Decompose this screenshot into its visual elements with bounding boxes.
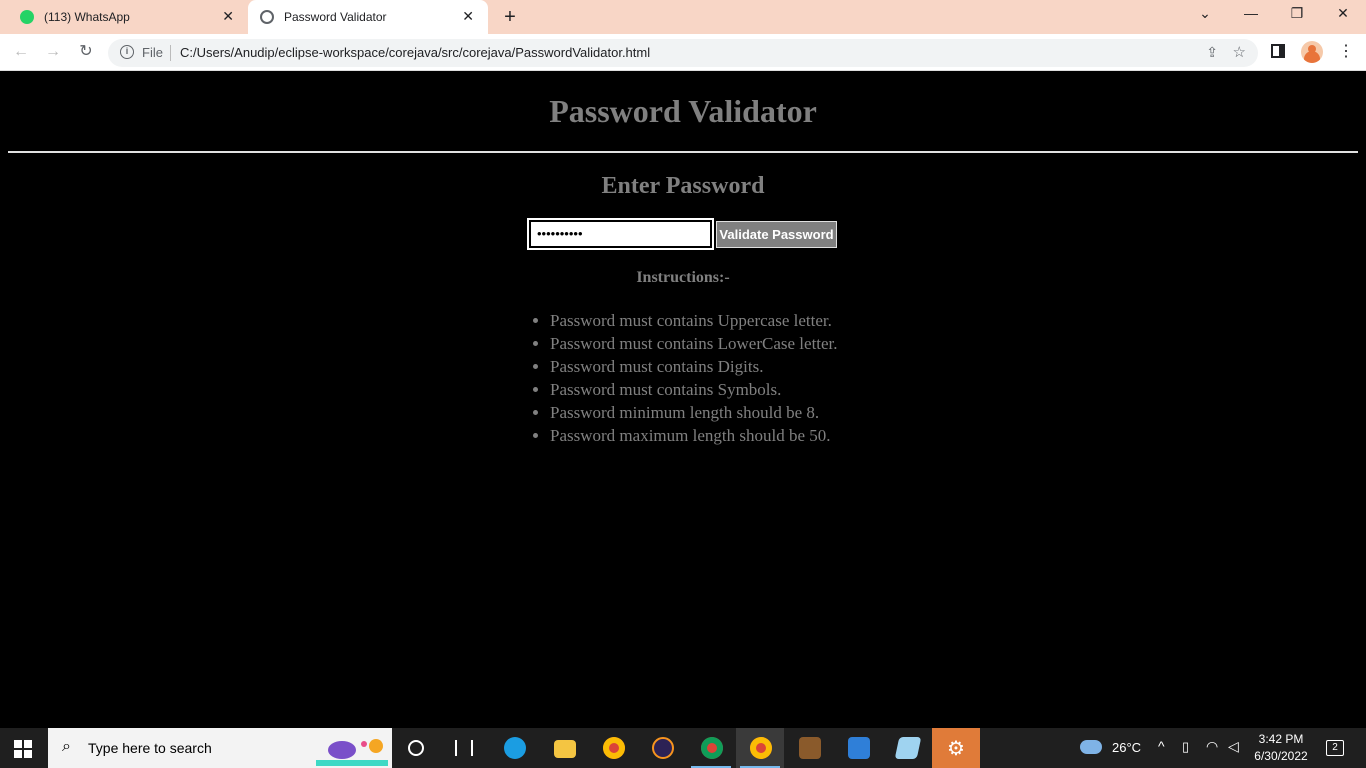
chevron-up-icon[interactable]: ^ <box>1158 738 1165 754</box>
validate-password-button[interactable]: Validate Password <box>716 221 837 248</box>
windows-start-icon[interactable] <box>14 740 32 758</box>
reload-button[interactable]: ↻ <box>75 41 97 63</box>
notifications-icon[interactable]: 2 <box>1326 738 1344 756</box>
eclipse-icon[interactable] <box>638 728 686 768</box>
close-tab-icon[interactable]: ✕ <box>462 8 474 25</box>
info-icon[interactable]: i <box>120 45 134 59</box>
weather-temperature[interactable]: 26°C <box>1112 740 1141 755</box>
tab-search-icon[interactable]: ⌄ <box>1193 5 1217 22</box>
profile-avatar[interactable] <box>1301 41 1323 63</box>
browser-tab-strip: (113) WhatsApp ✕ Password Validator ✕ + … <box>0 0 1366 34</box>
list-item: Password must contains Uppercase letter. <box>550 309 838 332</box>
instructions-title: Instructions:- <box>636 269 730 286</box>
back-button[interactable]: ← <box>10 41 32 63</box>
list-item: Password maximum length should be 50. <box>550 424 838 447</box>
chrome-profile-icon[interactable] <box>687 728 735 768</box>
section-heading: Enter Password <box>601 173 765 199</box>
cortana-icon[interactable] <box>392 728 440 768</box>
list-item: Password must contains Symbols. <box>550 378 838 401</box>
search-placeholder: Type here to search <box>88 740 212 756</box>
clock-time: 3:42 PM <box>1258 732 1304 746</box>
tab-whatsapp[interactable]: (113) WhatsApp ✕ <box>8 0 248 34</box>
url-scheme-label: File <box>142 45 163 60</box>
close-window-button[interactable]: ✕ <box>1331 5 1355 22</box>
taskbar-search-box[interactable]: ⌕ Type here to search <box>48 728 392 768</box>
instructions-list: Password must contains Uppercase letter.… <box>532 309 838 447</box>
list-item: Password must contains Digits. <box>550 355 838 378</box>
tab-title: Password Validator <box>284 10 387 24</box>
bookmark-star-icon[interactable]: ☆ <box>1233 43 1246 61</box>
browser-toolbar: ← → ↻ i File C:/Users/Anudip/eclipse-wor… <box>0 34 1366 71</box>
url-text[interactable]: C:/Users/Anudip/eclipse-workspace/coreja… <box>180 45 650 60</box>
whatsapp-icon <box>20 10 34 24</box>
edge-icon[interactable] <box>490 728 538 768</box>
divider <box>8 151 1358 153</box>
tab-password-validator[interactable]: Password Validator ✕ <box>248 0 488 34</box>
clock-date: 6/30/2022 <box>1254 749 1308 763</box>
search-icon: ⌕ <box>62 738 71 755</box>
notification-count: 2 <box>1326 740 1344 756</box>
chrome-active-icon[interactable] <box>736 728 784 768</box>
photos-icon[interactable] <box>834 728 882 768</box>
settings-gear-icon[interactable]: ⚙ <box>932 728 980 768</box>
divider <box>170 45 171 61</box>
password-input[interactable]: •••••••••• <box>527 218 714 250</box>
list-item: Password minimum length should be 8. <box>550 401 838 424</box>
network-icon[interactable]: ◠ <box>1206 738 1218 755</box>
new-tab-button[interactable]: + <box>500 6 520 29</box>
weather-icon[interactable] <box>1080 728 1104 768</box>
share-icon[interactable]: ⇪ <box>1206 44 1218 61</box>
minimize-button[interactable]: — <box>1239 5 1263 21</box>
page-content: Password Validator Enter Password ••••••… <box>0 71 1366 728</box>
notepad-icon[interactable] <box>883 728 931 768</box>
file-explorer-icon[interactable] <box>540 728 588 768</box>
game-app-icon[interactable] <box>785 728 833 768</box>
kebab-menu-icon[interactable]: ⋮ <box>1338 41 1354 61</box>
system-clock[interactable]: 3:42 PM 6/30/2022 <box>1245 731 1317 765</box>
restore-button[interactable]: ❐ <box>1285 5 1309 22</box>
side-panel-icon[interactable] <box>1271 44 1285 58</box>
task-view-icon[interactable] <box>440 728 488 768</box>
close-tab-icon[interactable]: ✕ <box>222 8 234 25</box>
tab-title: (113) WhatsApp <box>44 10 130 24</box>
list-item: Password must contains LowerCase letter. <box>550 332 838 355</box>
address-bar[interactable]: i File C:/Users/Anudip/eclipse-workspace… <box>108 39 1258 67</box>
forward-button[interactable]: → <box>42 41 64 63</box>
device-icon[interactable]: ▯ <box>1182 739 1189 755</box>
chrome-icon[interactable] <box>589 728 637 768</box>
search-highlight-icon <box>316 739 388 766</box>
page-title: Password Validator <box>549 93 817 129</box>
volume-muted-icon[interactable]: ◁ <box>1228 738 1239 755</box>
globe-icon <box>260 10 274 24</box>
windows-taskbar: ⌕ Type here to search ⚙ 26°C ^ ▯ ◠ ◁ 3:4… <box>0 728 1366 768</box>
